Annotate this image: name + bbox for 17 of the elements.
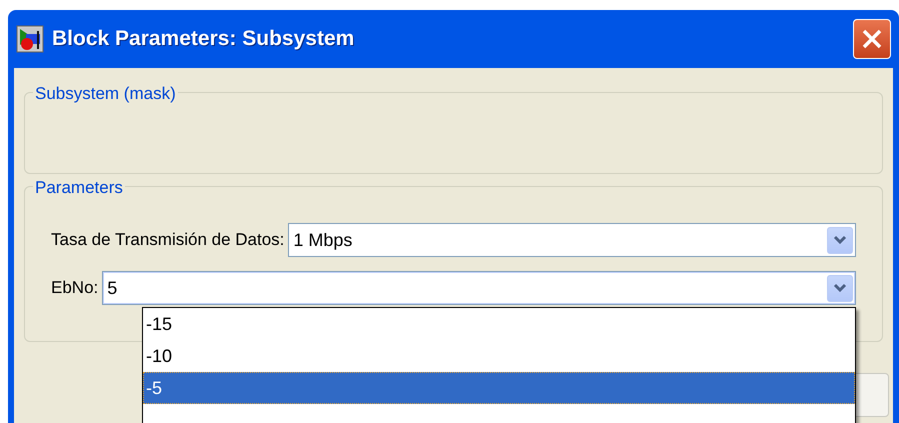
window-title: Block Parameters: Subsystem <box>52 26 356 52</box>
combo-value: 5 <box>107 276 118 300</box>
dropdown-option[interactable]: -15 <box>143 308 855 340</box>
field-label: EbNo: <box>51 277 98 300</box>
chevron-down-icon <box>833 283 847 293</box>
dropdown-arrow-button[interactable] <box>827 226 853 254</box>
close-button[interactable] <box>853 19 891 59</box>
chevron-down-icon <box>833 235 847 245</box>
combo-box[interactable]: 1 Mbps <box>288 223 856 257</box>
field-label: Tasa de Transmisión de Datos: <box>51 229 284 252</box>
dropdown-option[interactable]: -5 <box>143 372 855 404</box>
dropdown-option[interactable]: -10 <box>143 340 855 372</box>
close-icon <box>861 28 883 50</box>
combo-value: 1 Mbps <box>293 228 352 252</box>
dropdown-arrow-button[interactable] <box>827 274 853 302</box>
combo-box[interactable]: 5 <box>102 271 856 305</box>
app-icon <box>16 25 44 53</box>
